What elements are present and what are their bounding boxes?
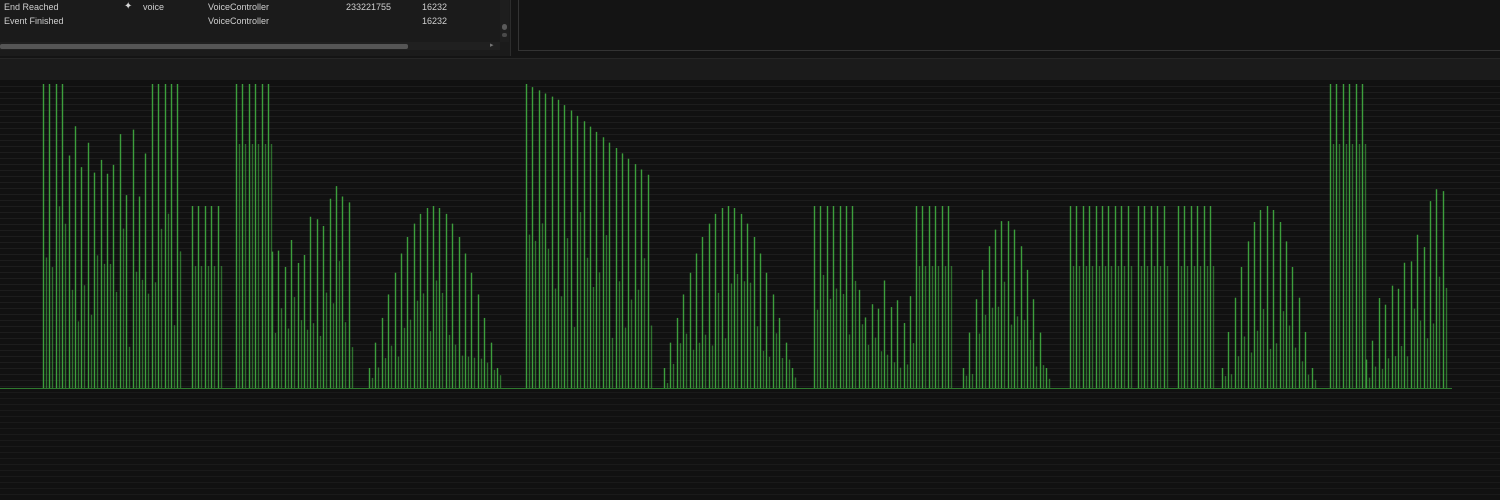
event-owner: VoiceController (208, 2, 270, 12)
detail-panel (518, 0, 1500, 51)
waveform-graph (0, 80, 1500, 500)
event-owner: VoiceController (208, 16, 270, 26)
horizontal-scrollbar-thumb[interactable] (0, 44, 408, 49)
scroll-right-arrow-icon[interactable]: ▸ (490, 42, 494, 50)
waveform-svg (0, 84, 1500, 495)
vertical-scrollbar-grip[interactable] (502, 33, 507, 37)
vertical-scrollbar[interactable] (500, 0, 509, 42)
vertical-scrollbar-thumb[interactable] (502, 24, 507, 30)
event-name: voice (143, 2, 165, 12)
event-count: 16232 (422, 16, 448, 26)
event-log-panel: End Reached ✦ voice VoiceController 2332… (0, 0, 511, 56)
speaker-icon: ✦ (124, 1, 133, 12)
panel-splitter[interactable] (0, 58, 1500, 82)
event-id: 233221755 (346, 2, 392, 12)
horizontal-scrollbar[interactable]: ▸ (0, 42, 500, 50)
event-type: Event Finished (4, 16, 64, 26)
log-row[interactable]: End Reached ✦ voice VoiceController 2332… (0, 0, 500, 14)
event-count: 16232 (422, 2, 448, 12)
event-type: End Reached (4, 2, 59, 12)
profiler-window: End Reached ✦ voice VoiceController 2332… (0, 0, 1500, 500)
log-row[interactable]: Event Finished VoiceController 16232 (0, 14, 500, 28)
